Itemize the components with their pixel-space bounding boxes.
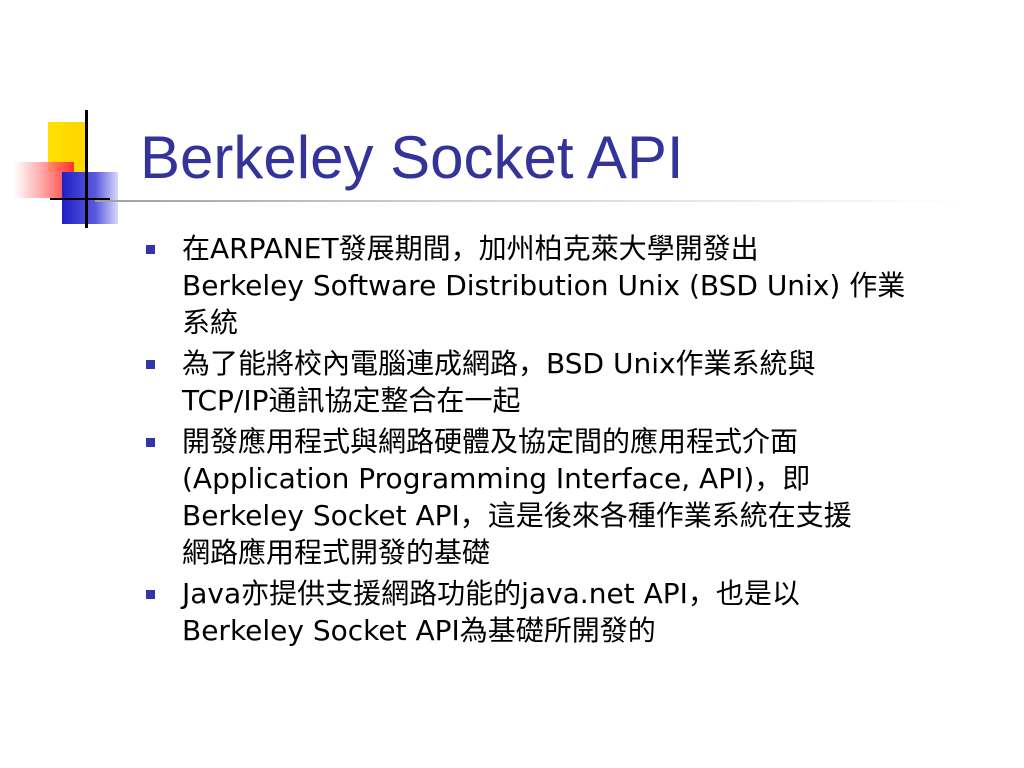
bullet-text-line: (Application Programming Interface, API)… xyxy=(182,462,811,495)
bullet-item: Java亦提供支援網路功能的java.net API，也是以 Berkeley … xyxy=(144,575,974,649)
slide-title: Berkeley Socket API xyxy=(140,124,684,191)
bullet-text-line: Berkeley Software Distribution Unix (BSD… xyxy=(182,269,906,302)
bullet-item: 為了能將校內電腦連成網路，BSD Unix作業系統與 TCP/IP通訊協定整合在… xyxy=(144,345,974,419)
bullet-square-icon xyxy=(146,590,155,599)
bullet-text-line: TCP/IP通訊協定整合在一起 xyxy=(182,384,521,417)
bullet-text-line: Berkeley Socket API為基礎所開發的 xyxy=(182,614,656,647)
slide: Berkeley Socket API 在ARPANET發展期間，加州柏克萊大學… xyxy=(0,0,1024,768)
bullet-list: 在ARPANET發展期間，加州柏克萊大學開發出 Berkeley Softwar… xyxy=(144,230,974,653)
bullet-square-icon xyxy=(146,360,155,369)
bullet-text-line: 開發應用程式與網路硬體及協定間的應用程式介面 xyxy=(182,425,799,458)
bullet-square-icon xyxy=(146,438,155,447)
decoration-vertical-line xyxy=(85,110,88,228)
bullet-text-line: Java亦提供支援網路功能的java.net API，也是以 xyxy=(182,577,800,610)
bullet-text-line: 系統 xyxy=(182,306,239,339)
bullet-text-line: 在ARPANET發展期間，加州柏克萊大學開發出 xyxy=(182,232,759,265)
bullet-item: 開發應用程式與網路硬體及協定間的應用程式介面 (Application Prog… xyxy=(144,423,974,571)
bullet-item: 在ARPANET發展期間，加州柏克萊大學開發出 Berkeley Softwar… xyxy=(144,230,974,341)
bullet-text-line: Berkeley Socket API，這是後來各種作業系統在支援 xyxy=(182,499,852,532)
bullet-text-line: 為了能將校內電腦連成網路，BSD Unix作業系統與 xyxy=(182,347,816,380)
bullet-square-icon xyxy=(146,245,155,254)
title-underline xyxy=(95,200,965,202)
bullet-text-line: 網路應用程式開發的基礎 xyxy=(182,536,491,569)
